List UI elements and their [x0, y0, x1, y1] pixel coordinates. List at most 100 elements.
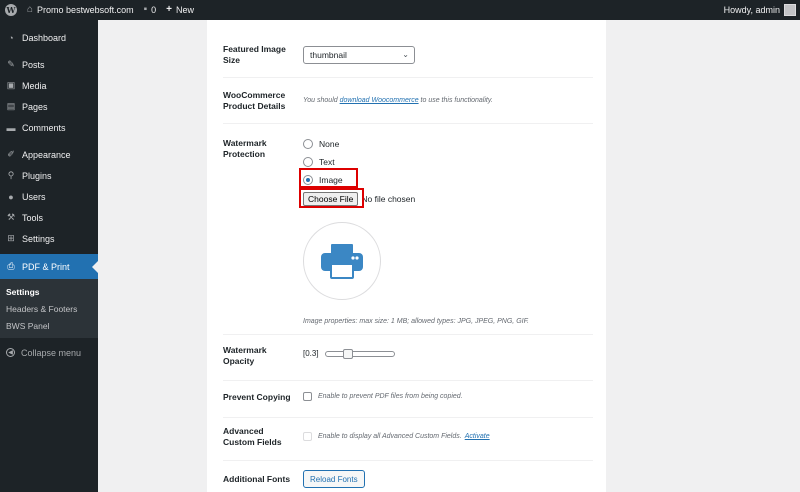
- featured-image-select-value: thumbnail: [310, 50, 347, 60]
- acf-activate-link[interactable]: Activate: [465, 433, 490, 440]
- acf-label: Advanced Custom Fields: [223, 426, 282, 447]
- sidebar-item-label: Comments: [22, 122, 66, 133]
- watermark-option-none[interactable]: None: [303, 135, 583, 153]
- chevron-down-icon: ⌄: [402, 50, 409, 59]
- acf-checkbox[interactable]: [303, 432, 312, 441]
- sidebar-item-label: Tools: [22, 212, 44, 223]
- divider: [223, 334, 593, 335]
- divider: [223, 123, 593, 124]
- sidebar-item-label: Appearance: [22, 149, 71, 160]
- sidebar-item-label: Plugins: [22, 170, 52, 181]
- highlight-image-option: [299, 168, 358, 188]
- divider: [223, 77, 593, 78]
- featured-image-field: thumbnail ⌄: [303, 46, 415, 64]
- printer-preview-icon: [321, 244, 363, 279]
- watermark-image-preview: [303, 222, 381, 300]
- wordpress-logo-icon: W: [5, 4, 17, 16]
- sidebar-item-label: Media: [22, 80, 47, 91]
- radio-text-label: Text: [319, 157, 335, 167]
- acf-row: Advanced Custom Fields Enable to display…: [223, 426, 593, 450]
- featured-image-row: Featured Image Size thumbnail ⌄: [223, 43, 593, 67]
- comment-bubble-icon: ▪: [143, 4, 148, 15]
- sidebar-item-appearance[interactable]: ✐ Appearance: [0, 144, 98, 165]
- submenu-item-settings[interactable]: Settings: [0, 283, 98, 300]
- radio-none-label: None: [319, 139, 340, 149]
- sidebar-item-pages[interactable]: ▤ Pages: [0, 96, 98, 117]
- submenu-item-headers-footers[interactable]: Headers & Footers: [0, 300, 98, 317]
- plugins-icon: ⚲: [7, 170, 15, 180]
- prevent-copying-field: Enable to prevent PDF files from being c…: [303, 392, 593, 401]
- settings-icon: ⊞: [7, 233, 15, 243]
- watermark-options: None Text Image Choose File No file chos…: [303, 135, 583, 325]
- acf-field: Enable to display all Advanced Custom Fi…: [303, 432, 593, 441]
- sidebar-item-users[interactable]: ● Users: [0, 186, 98, 207]
- sidebar-item-dashboard[interactable]: ◔ Dashboard: [0, 27, 98, 48]
- woocommerce-hint: You should download Woocommerce to use t…: [303, 97, 593, 104]
- pdf-print-submenu: Settings Headers & Footers BWS Panel: [0, 279, 98, 338]
- sidebar-item-label: Settings: [22, 233, 55, 244]
- pages-icon: ▤: [6, 101, 16, 111]
- comments-link[interactable]: ▪ 0: [139, 0, 162, 20]
- admin-bar: W ⌂ Promo bestwebsoft.com ▪ 0 + New Howd…: [0, 0, 800, 20]
- woocommerce-row: WooCommerce Product Details You should d…: [223, 90, 593, 114]
- prevent-copying-hint: Enable to prevent PDF files from being c…: [318, 393, 463, 400]
- settings-panel: Featured Image Size thumbnail ⌄ WooComme…: [207, 20, 606, 492]
- users-icon: ●: [8, 191, 14, 202]
- opacity-row: Watermark Opacity [0.3]: [223, 345, 593, 369]
- radio-none[interactable]: [303, 139, 313, 149]
- site-name: Promo bestwebsoft.com: [37, 5, 134, 15]
- reload-fonts-button[interactable]: Reload Fonts: [303, 470, 365, 488]
- divider: [223, 460, 593, 461]
- new-content-link[interactable]: + New: [161, 0, 199, 20]
- opacity-slider-handle[interactable]: [342, 348, 353, 359]
- acf-activate-wrapper: Activate: [465, 433, 490, 440]
- opacity-field: [0.3]: [303, 348, 395, 359]
- sidebar-item-media[interactable]: ▣ Media: [0, 75, 98, 96]
- submenu-item-bws-panel[interactable]: BWS Panel: [0, 317, 98, 334]
- admin-sidebar: ◔ Dashboard ✎ Posts ▣ Media ▤ Pages ▬ Comment…: [0, 20, 98, 492]
- sidebar-item-pdf-print[interactable]: ⎙ PDF & Print: [0, 254, 98, 279]
- opacity-value: [0.3]: [303, 349, 319, 358]
- download-woocommerce-link[interactable]: download Woocommerce: [340, 97, 419, 104]
- sidebar-item-tools[interactable]: ⚒ Tools: [0, 207, 98, 228]
- sidebar-item-posts[interactable]: ✎ Posts: [0, 54, 98, 75]
- acf-hint: Enable to display all Advanced Custom Fi…: [318, 433, 462, 440]
- collapse-menu-label: Collapse menu: [21, 347, 82, 358]
- featured-image-label: Featured Image Size: [223, 44, 286, 65]
- home-icon: ⌂: [27, 4, 34, 15]
- watermark-label: Watermark Protection: [223, 138, 267, 159]
- sidebar-item-plugins[interactable]: ⚲ Plugins: [0, 165, 98, 186]
- divider: [223, 417, 593, 418]
- printer-icon: ⎙: [7, 261, 15, 271]
- site-name-link[interactable]: ⌂ Promo bestwebsoft.com: [22, 0, 139, 20]
- appearance-icon: ✐: [7, 149, 15, 159]
- collapse-menu-button[interactable]: ◀ Collapse menu: [0, 342, 98, 363]
- fonts-label: Additional Fonts: [223, 474, 291, 484]
- new-label: New: [176, 5, 195, 15]
- radio-text[interactable]: [303, 157, 313, 167]
- prevent-copying-checkbox[interactable]: [303, 392, 312, 401]
- highlight-choose-file: [299, 188, 364, 208]
- wp-logo-menu[interactable]: W: [0, 0, 22, 20]
- account-menu[interactable]: Howdy, admin: [719, 0, 800, 20]
- comments-count: 0: [151, 5, 157, 15]
- divider: [223, 380, 593, 381]
- sidebar-item-label: PDF & Print: [22, 261, 70, 272]
- collapse-arrow-icon: ◀: [6, 348, 15, 357]
- dashboard-icon: ◔: [8, 32, 14, 43]
- media-icon: ▣: [6, 80, 16, 90]
- sidebar-item-label: Dashboard: [22, 32, 67, 43]
- pin-icon: ✎: [7, 59, 15, 69]
- opacity-slider[interactable]: [324, 348, 395, 359]
- image-properties-hint: Image properties: max size: 1 MB; allowe…: [303, 318, 529, 325]
- woocommerce-hint-prefix: You should: [303, 97, 338, 104]
- tools-icon: ⚒: [6, 212, 16, 222]
- sidebar-item-settings[interactable]: ⊞ Settings: [0, 228, 98, 249]
- featured-image-select[interactable]: thumbnail ⌄: [303, 46, 415, 64]
- watermark-row: Watermark Protection None Text Image Cho…: [223, 138, 593, 328]
- woocommerce-label: WooCommerce Product Details: [223, 90, 286, 111]
- plus-icon: +: [166, 4, 172, 15]
- sidebar-item-comments[interactable]: ▬ Comments: [0, 117, 98, 138]
- sidebar-item-label: Users: [22, 191, 46, 202]
- avatar: [784, 4, 796, 16]
